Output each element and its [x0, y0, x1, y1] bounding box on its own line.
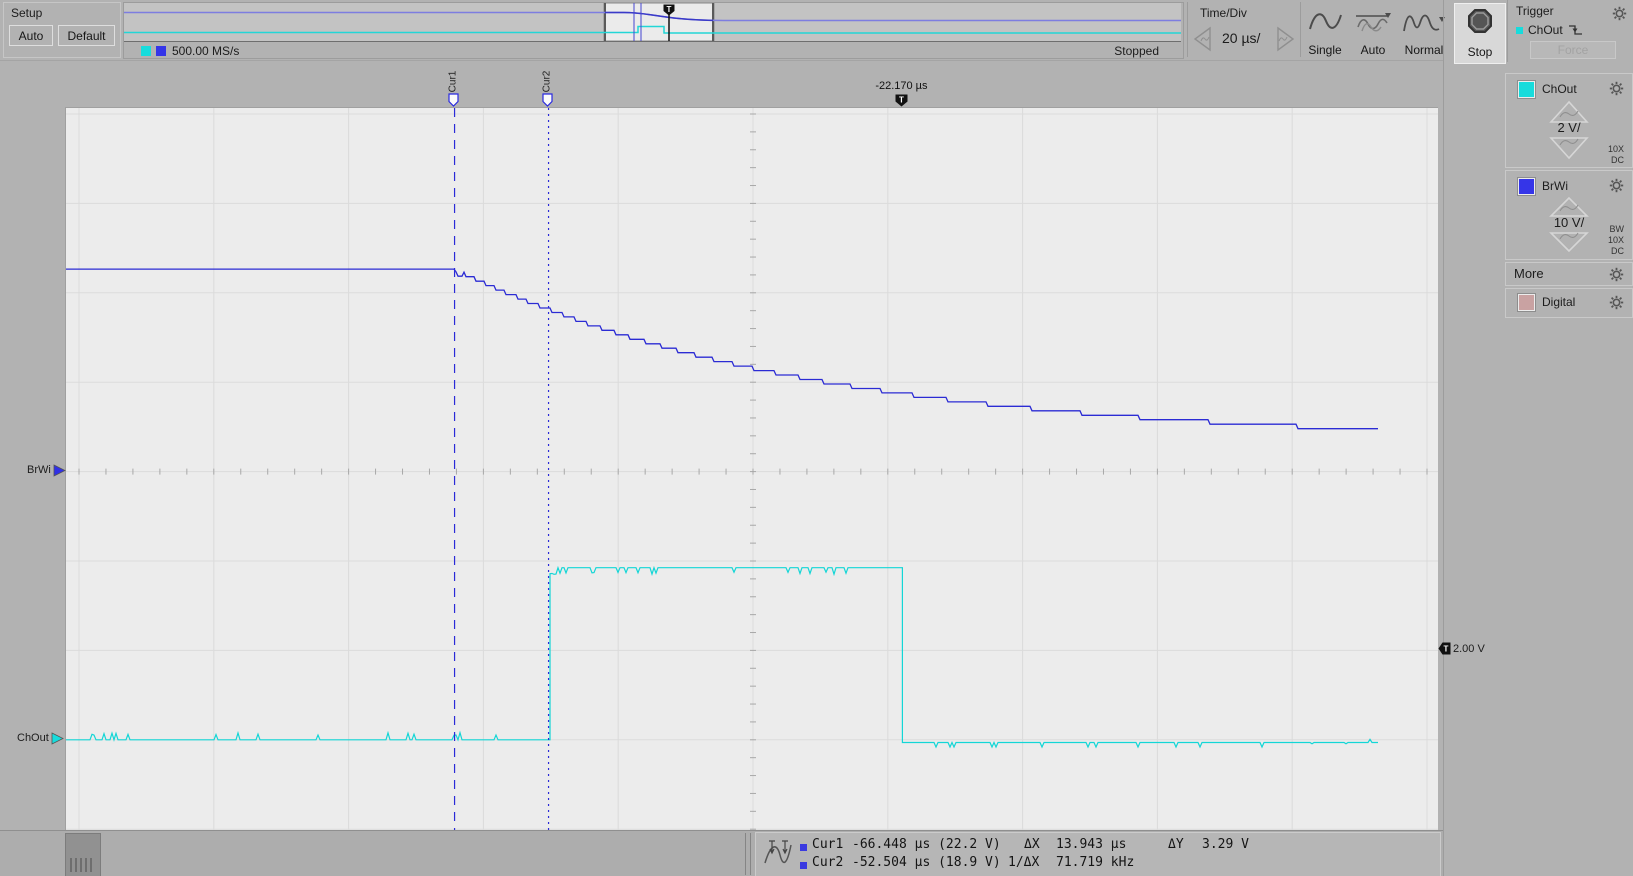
- chout-scale-value: 2 V/: [1557, 120, 1580, 135]
- svg-text:T: T: [667, 5, 672, 14]
- brwi-ground-label: BrWi: [27, 464, 51, 476]
- auto-trigger-label: Auto: [1361, 43, 1386, 57]
- cur1-color-square: [800, 844, 807, 851]
- single-button[interactable]: Single: [1301, 6, 1349, 61]
- trigger-title: Trigger: [1516, 4, 1554, 18]
- normal-trigger-label: Normal: [1405, 43, 1444, 57]
- brwi-name: BrWi: [1542, 179, 1568, 193]
- brwi-ground-arrow-icon: [53, 464, 66, 477]
- trigger-level-value: 2.00 V: [1453, 643, 1485, 655]
- cur2-readout-value: -52.504 µs (18.9 V): [852, 855, 1001, 870]
- dx-value: 13.943 µs: [1056, 837, 1126, 852]
- default-setup-button[interactable]: Default: [58, 25, 115, 46]
- trigger-source-row[interactable]: ChOut: [1516, 22, 1583, 38]
- splitter-handle[interactable]: [745, 833, 746, 875]
- trigger-level-marker[interactable]: T 2.00 V: [1438, 642, 1485, 655]
- timebase-panel: Time/Div 20 µs/: [1187, 2, 1301, 57]
- chout-coupling-badge: DC: [1611, 155, 1624, 165]
- digital-settings-gear-icon[interactable]: [1609, 295, 1624, 310]
- cursors-icon[interactable]: [762, 837, 794, 872]
- cur2-readout-label: Cur2: [812, 855, 843, 870]
- brwi-settings-gear-icon[interactable]: [1609, 178, 1624, 193]
- timeline-preview[interactable]: T: [124, 3, 1181, 42]
- timeline-bar[interactable]: T 500.00 MS/s Stopped: [123, 2, 1184, 59]
- cursor1-handle[interactable]: [448, 93, 459, 107]
- cursor1-top-label: Cur1: [447, 71, 458, 93]
- waveform-canvas: [66, 108, 1438, 830]
- dy-value: 3.29 V: [1202, 837, 1249, 852]
- auto-setup-button[interactable]: Auto: [9, 25, 53, 46]
- chout-settings-gear-icon[interactable]: [1609, 81, 1624, 96]
- brwi-ground-marker[interactable]: BrWi: [27, 464, 66, 477]
- acquisition-status: Stopped: [1114, 44, 1159, 58]
- timeline-preview-canvas: T: [124, 3, 1181, 41]
- trigger-position-marker[interactable]: T: [895, 94, 908, 107]
- cur1-readout-label: Cur1: [812, 837, 843, 852]
- stop-icon: [1466, 7, 1494, 35]
- brwi-probe-badge: 10X: [1608, 235, 1624, 245]
- trigger-source-label: ChOut: [1528, 23, 1563, 37]
- digital-enable-checkbox[interactable]: [1518, 294, 1535, 311]
- cur1-readout-value: -66.448 µs (22.2 V): [852, 837, 1001, 852]
- normal-trigger-icon: [1402, 9, 1446, 35]
- brwi-coupling-badge: DC: [1611, 246, 1624, 256]
- channel-panel-brwi[interactable]: BrWi 10 V/ BW 10X DC: [1505, 170, 1633, 260]
- chout-name: ChOut: [1542, 82, 1577, 96]
- chout-enable-checkbox[interactable]: [1518, 81, 1535, 98]
- brwi-color-swatch: [156, 46, 166, 56]
- brwi-scale-down-arrow[interactable]: [1547, 231, 1591, 253]
- cursor2-top-label: Cur2: [541, 71, 552, 93]
- stop-button[interactable]: Stop: [1454, 3, 1506, 64]
- chout-probe-badge: 10X: [1608, 144, 1624, 154]
- trigger-level-icon: T: [1438, 642, 1451, 655]
- cursor2-handle[interactable]: [542, 93, 553, 107]
- grabber-grip-icon: [70, 858, 94, 872]
- dy-label: ΔY: [1168, 837, 1184, 852]
- brwi-bw-badge: BW: [1610, 224, 1625, 234]
- brwi-enable-checkbox[interactable]: [1518, 178, 1535, 195]
- oscilloscope-app: Setup Auto Default T 500.00 MS/s Stopped: [0, 0, 1633, 876]
- brwi-scale-value: 10 V/: [1554, 215, 1584, 230]
- more-label: More: [1514, 266, 1544, 281]
- chout-ground-arrow-icon: [51, 732, 64, 745]
- sample-rate-label: 500.00 MS/s: [172, 44, 239, 58]
- trigger-settings-gear-icon[interactable]: [1612, 6, 1627, 21]
- setup-title: Setup: [11, 6, 42, 20]
- timebase-value[interactable]: 20 µs/: [1222, 30, 1260, 46]
- falling-edge-icon: [1568, 24, 1583, 36]
- cur2-color-square: [800, 862, 807, 869]
- trigger-panel: Trigger ChOut Force: [1508, 0, 1633, 62]
- inv-dx-label: 1/ΔX: [1008, 855, 1039, 870]
- digital-panel[interactable]: Digital: [1505, 288, 1633, 318]
- more-panel[interactable]: More: [1505, 262, 1633, 286]
- chout-color-swatch: [141, 46, 151, 56]
- timeline-viewport[interactable]: [604, 3, 714, 41]
- force-trigger-button[interactable]: Force: [1530, 41, 1616, 59]
- stop-label: Stop: [1468, 45, 1493, 59]
- single-icon: [1307, 9, 1343, 35]
- chout-ground-label: ChOut: [17, 732, 49, 744]
- single-label: Single: [1308, 43, 1341, 57]
- timebase-increase-arrow[interactable]: [1272, 25, 1298, 53]
- trigger-delay-label: -22.170 µs: [875, 80, 927, 92]
- chout-scale-down-arrow[interactable]: [1547, 136, 1591, 160]
- digital-name: Digital: [1542, 295, 1575, 309]
- channel-panel-chout[interactable]: ChOut 2 V/ 10X DC: [1505, 73, 1633, 168]
- chout-ground-marker[interactable]: ChOut: [17, 732, 64, 745]
- svg-text:T: T: [899, 96, 904, 105]
- auto-trigger-icon: [1354, 9, 1392, 35]
- drawer-grabber[interactable]: [65, 833, 101, 876]
- waveform-plot-area[interactable]: [65, 107, 1438, 830]
- trigger-source-color-dot: [1516, 27, 1523, 34]
- cursor-readout-panel: Cur1 -66.448 µs (22.2 V) ΔX 13.943 µs ΔY…: [755, 832, 1441, 876]
- inv-dx-value: 71.719 kHz: [1056, 855, 1134, 870]
- auto-trigger-button[interactable]: Auto: [1352, 6, 1394, 61]
- timebase-decrease-arrow[interactable]: [1190, 25, 1216, 53]
- more-settings-gear-icon[interactable]: [1609, 267, 1624, 282]
- bottom-bar: Cur1 -66.448 µs (22.2 V) ΔX 13.943 µs ΔY…: [0, 830, 1443, 876]
- svg-text:T: T: [1444, 645, 1449, 654]
- dx-label: ΔX: [1024, 837, 1040, 852]
- timebase-title: Time/Div: [1200, 6, 1247, 20]
- setup-panel: Setup Auto Default: [3, 2, 121, 58]
